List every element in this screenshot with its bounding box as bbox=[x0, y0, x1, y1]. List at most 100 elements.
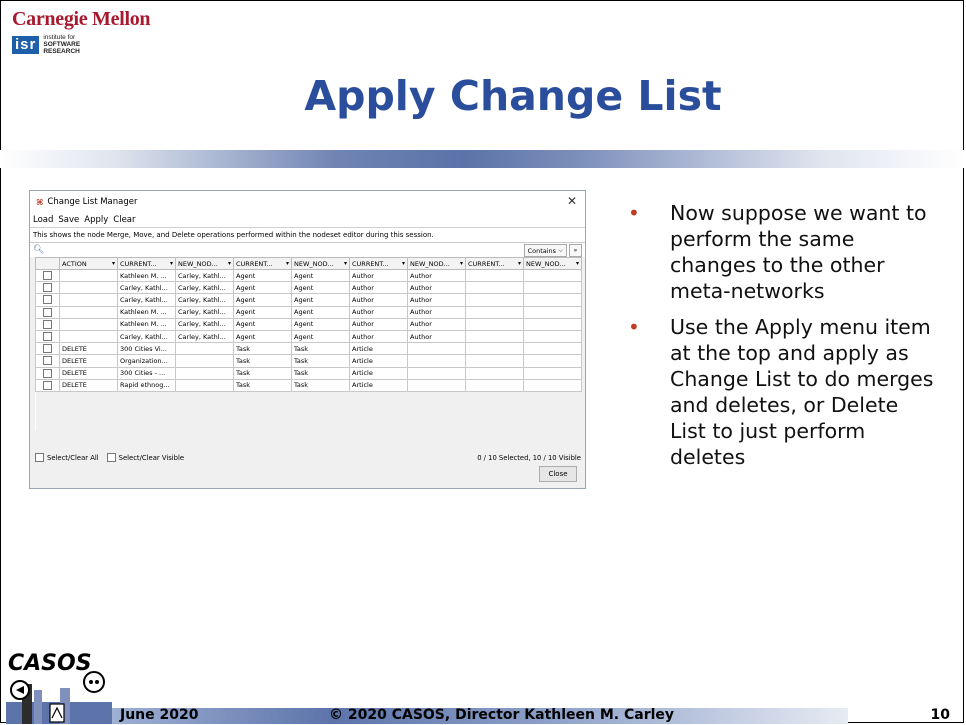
table-cell bbox=[465, 329, 524, 344]
menu-load[interactable]: Load bbox=[33, 215, 53, 225]
row-checkbox[interactable] bbox=[43, 380, 52, 390]
row-checkbox[interactable] bbox=[43, 283, 52, 293]
row-checkbox[interactable] bbox=[43, 356, 52, 366]
close-icon[interactable]: ✕ bbox=[567, 194, 577, 208]
column-header[interactable]: ▾ NEW_NOD... bbox=[407, 257, 466, 270]
table-cell: Task bbox=[233, 342, 292, 356]
isr-abbrev: isr bbox=[12, 35, 40, 54]
table-cell: Task bbox=[233, 378, 292, 392]
table-cell bbox=[407, 378, 466, 392]
sort-dropdown-icon[interactable]: ▾ bbox=[112, 260, 115, 267]
table-cell: 300 Cities - ... bbox=[117, 366, 176, 380]
menu-save[interactable]: Save bbox=[58, 215, 79, 225]
sort-dropdown-icon[interactable]: ▾ bbox=[402, 260, 405, 267]
table-cell bbox=[175, 366, 234, 380]
table-row[interactable]: DELETE 300 Cities Vi... Task Task Article bbox=[35, 342, 582, 356]
table-cell: Carley, Kathl... bbox=[117, 329, 176, 344]
page-number: 10 bbox=[930, 707, 950, 723]
table-cell: Author bbox=[349, 281, 408, 295]
select-visible-checkbox[interactable] bbox=[106, 453, 116, 462]
table-cell: DELETE bbox=[59, 354, 118, 368]
dialog-description: This shows the node Merge, Move, and Del… bbox=[30, 227, 585, 242]
table-cell bbox=[523, 366, 582, 380]
sort-dropdown-icon[interactable]: ▾ bbox=[286, 260, 289, 267]
row-checkbox[interactable] bbox=[43, 319, 52, 329]
row-checkbox[interactable] bbox=[43, 271, 52, 281]
row-checkbox[interactable] bbox=[43, 344, 52, 354]
row-checkbox-cell bbox=[35, 305, 60, 319]
table-cell bbox=[59, 329, 118, 344]
table-row[interactable]: DELETE Rapid ethnog... Task Task Article bbox=[35, 378, 582, 392]
table-cell: Agent bbox=[291, 281, 350, 295]
table-row[interactable]: Kathleen M. ... Carley, Kathl... Agent Agen… bbox=[35, 305, 582, 319]
table-cell bbox=[465, 342, 524, 356]
row-checkbox-cell bbox=[35, 329, 60, 344]
table-cell: Author bbox=[407, 281, 466, 295]
table-cell: Agent bbox=[233, 329, 292, 344]
table-cell bbox=[407, 366, 466, 380]
column-label: CURRENT... bbox=[120, 259, 157, 268]
table-row[interactable]: Kathleen M. ... Carley, Kathl... Agent Agen… bbox=[35, 317, 582, 331]
column-header[interactable] bbox=[35, 257, 60, 270]
sort-dropdown-icon[interactable]: ▾ bbox=[170, 260, 173, 267]
column-header[interactable]: ▾ CURRENT... bbox=[233, 257, 292, 270]
table-cell: Task bbox=[291, 378, 350, 392]
table-cell: Agent bbox=[233, 281, 292, 295]
row-checkbox[interactable] bbox=[43, 307, 52, 317]
table-cell bbox=[407, 342, 466, 356]
select-all-checkbox[interactable] bbox=[35, 453, 44, 462]
column-header[interactable]: ▾ CURRENT... bbox=[349, 257, 408, 270]
table-cell: Agent bbox=[233, 317, 292, 331]
table-row[interactable]: DELETE 300 Cities - ... Task Task Article bbox=[35, 366, 582, 380]
table-cell: Article bbox=[349, 354, 408, 368]
table-row[interactable]: Carley, Kathl... Carley, Kathl... Agent Age… bbox=[35, 293, 582, 307]
column-header[interactable]: ▾ ACTION bbox=[59, 257, 118, 270]
table-cell bbox=[465, 293, 524, 307]
table-cell bbox=[465, 268, 524, 283]
sort-dropdown-icon[interactable]: ▾ bbox=[344, 260, 347, 267]
column-header[interactable]: ▾ NEW_NOD... bbox=[523, 257, 582, 270]
table-cell: Author bbox=[407, 305, 466, 319]
table-cell: Agent bbox=[233, 268, 292, 283]
table-body: Kathleen M. ... Carley, Kathl... Agent Agen… bbox=[35, 268, 582, 430]
sort-dropdown-icon[interactable]: ▾ bbox=[518, 260, 521, 267]
table-row[interactable]: Carley, Kathl... Carley, Kathl... Agent Age… bbox=[35, 329, 582, 344]
table-cell: Rapid ethnog... bbox=[117, 378, 176, 392]
column-label: NEW_NOD... bbox=[526, 259, 566, 268]
sort-dropdown-icon[interactable]: ▾ bbox=[228, 260, 231, 267]
table-row[interactable]: Kathleen M. ... Carley, Kathl... Agent Agen… bbox=[35, 268, 582, 283]
table-cell: Carley, Kathl... bbox=[175, 329, 234, 344]
expand-icon[interactable]: » bbox=[569, 244, 582, 257]
table-cell: Author bbox=[407, 293, 466, 307]
search-mode-select[interactable]: Contains ⌵ bbox=[523, 244, 567, 257]
menu-clear[interactable]: Clear bbox=[113, 215, 135, 225]
column-header[interactable]: ▾ NEW_NOD... bbox=[291, 257, 350, 270]
table-cell: DELETE bbox=[59, 366, 118, 380]
chevron-down-icon: ⌵ bbox=[558, 246, 563, 254]
table-cell: Carley, Kathl... bbox=[175, 281, 234, 295]
row-checkbox[interactable] bbox=[43, 332, 52, 342]
sort-dropdown-icon[interactable]: ▾ bbox=[460, 260, 463, 267]
table-cell bbox=[465, 354, 524, 368]
row-checkbox-cell bbox=[35, 378, 60, 392]
table-cell: Article bbox=[349, 378, 408, 392]
casos-logo-text: CASOS bbox=[8, 651, 92, 676]
menu-apply[interactable]: Apply bbox=[84, 215, 108, 225]
table-cell: Agent bbox=[291, 317, 350, 331]
column-header[interactable]: ▾ NEW_NOD... bbox=[175, 257, 234, 270]
close-button[interactable]: Close bbox=[539, 466, 577, 482]
row-checkbox[interactable] bbox=[43, 368, 52, 378]
table-row[interactable]: DELETE Organization... Task Task Article bbox=[35, 354, 582, 368]
row-checkbox[interactable] bbox=[43, 295, 52, 305]
column-header[interactable]: ▾ CURRENT... bbox=[117, 257, 176, 270]
table-row[interactable]: Carley, Kathl... Carley, Kathl... Agent Age… bbox=[35, 281, 582, 295]
table-cell: Author bbox=[407, 317, 466, 331]
sort-dropdown-icon[interactable]: ▾ bbox=[576, 260, 579, 267]
isr-line1: institute for bbox=[43, 34, 76, 41]
table-cell: Author bbox=[407, 268, 466, 283]
search-row[interactable]: 🔍︎ Contains ⌵ » bbox=[30, 242, 585, 257]
table-cell bbox=[523, 329, 582, 344]
column-label: NEW_NOD... bbox=[410, 259, 450, 268]
column-header[interactable]: ▾ CURRENT... bbox=[465, 257, 524, 270]
table-cell: DELETE bbox=[59, 342, 118, 356]
